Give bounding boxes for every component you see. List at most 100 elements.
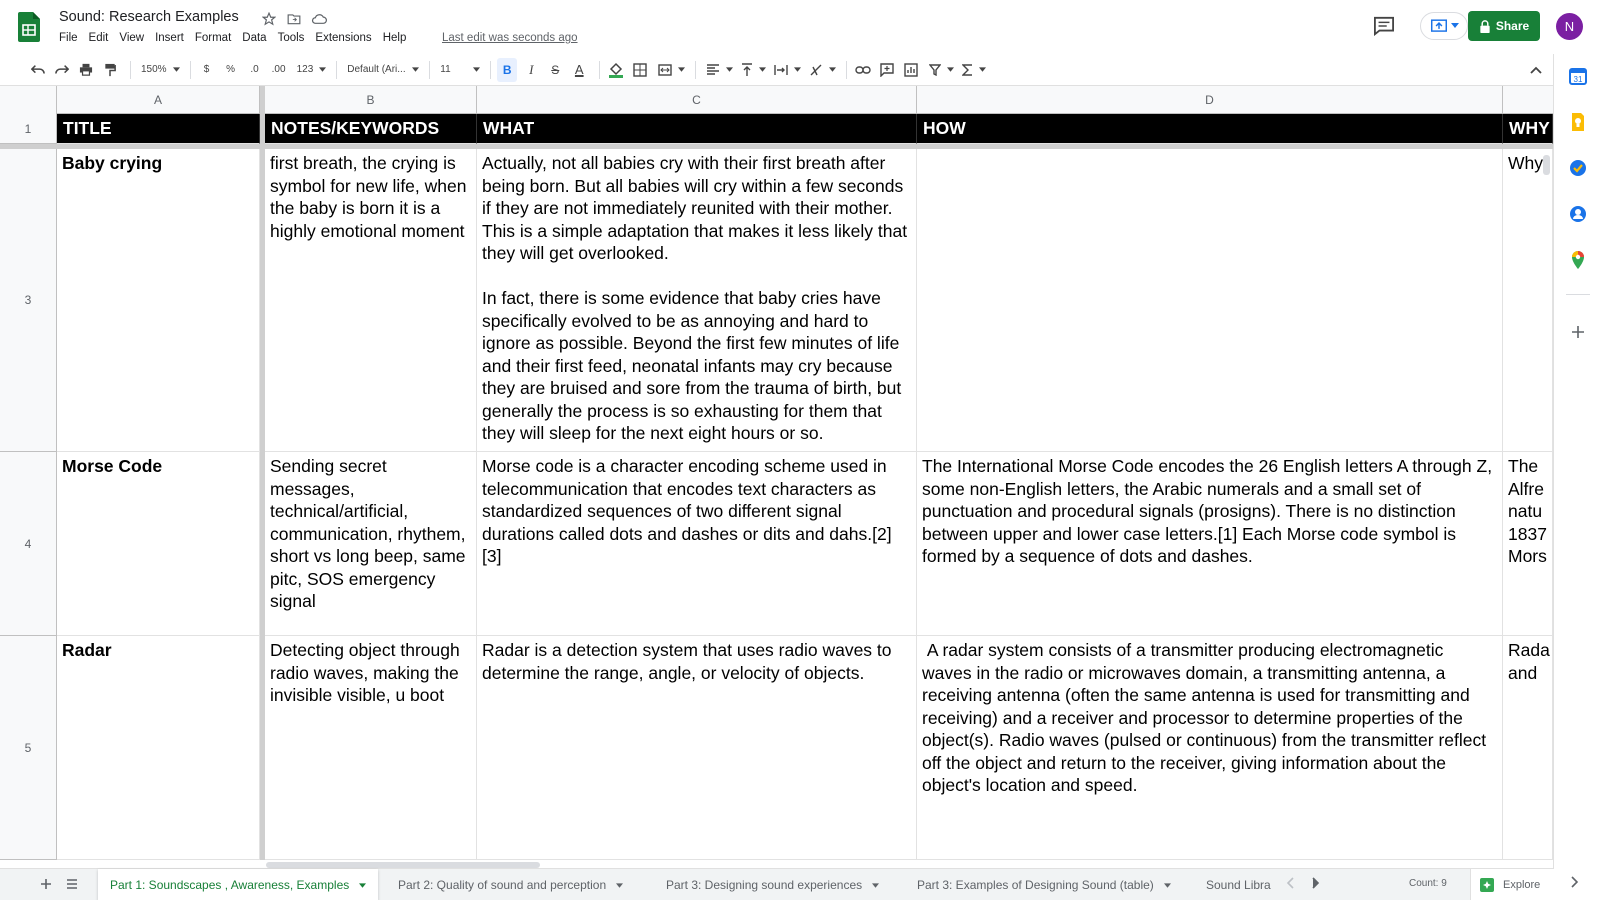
sheets-logo-icon[interactable] [18, 12, 40, 42]
chevron-down-icon[interactable] [359, 882, 367, 888]
menu-format[interactable]: Format [195, 32, 237, 44]
header-cell-what[interactable]: WHAT [477, 114, 917, 144]
scroll-tabs-right-icon[interactable] [1312, 877, 1320, 889]
menu-extensions[interactable]: Extensions [315, 32, 377, 44]
header-cell-why[interactable]: WHY [1503, 114, 1553, 144]
menu-insert[interactable]: Insert [155, 32, 190, 44]
last-edit-link[interactable]: Last edit was seconds ago [442, 32, 578, 44]
explore-button[interactable]: Explore [1470, 869, 1556, 900]
sheet-tab-part3-examples[interactable]: Part 3: Examples of Designing Sound (tab… [905, 869, 1183, 900]
cell-how-baby-crying[interactable] [917, 149, 1503, 452]
text-rotation-icon[interactable] [805, 58, 840, 82]
frozen-column-divider[interactable] [260, 86, 265, 860]
decrease-decimal-button[interactable]: .0 [245, 58, 265, 82]
cell-title-baby-crying[interactable]: Baby crying [57, 149, 260, 452]
merge-cells-icon[interactable] [654, 58, 689, 82]
row-header-1[interactable]: 1 [0, 114, 57, 144]
header-cell-how[interactable]: HOW [917, 114, 1503, 144]
share-button[interactable]: Share [1468, 11, 1540, 41]
menu-edit[interactable]: Edit [89, 32, 115, 44]
percent-format-button[interactable]: % [221, 58, 241, 82]
insert-link-icon[interactable] [853, 58, 873, 82]
cloud-status-icon[interactable] [310, 10, 327, 27]
chevron-down-icon[interactable] [872, 882, 880, 888]
insert-comment-icon[interactable] [877, 58, 897, 82]
bold-button[interactable]: B [497, 57, 518, 82]
borders-icon[interactable] [630, 58, 650, 82]
tasks-icon[interactable] [1568, 158, 1588, 178]
fill-color-icon[interactable] [606, 58, 626, 82]
text-wrap-icon[interactable] [770, 58, 805, 82]
select-all-corner[interactable] [0, 86, 57, 114]
insert-chart-icon[interactable] [901, 58, 921, 82]
side-panel-toggle-icon[interactable] [1566, 874, 1582, 890]
undo-icon[interactable] [28, 58, 48, 82]
menu-data[interactable]: Data [242, 32, 272, 44]
cell-how-radar[interactable]: A radar system consists of a transmitter… [917, 636, 1503, 860]
cell-how-morse-code[interactable]: The International Morse Code encodes the… [917, 452, 1503, 636]
scroll-tabs-left-icon[interactable] [1286, 877, 1294, 889]
add-addon-icon[interactable] [1568, 322, 1588, 342]
menu-tools[interactable]: Tools [278, 32, 311, 44]
horizontal-align-icon[interactable] [702, 58, 737, 82]
font-size-select[interactable]: 11 [436, 58, 484, 82]
maps-icon[interactable] [1568, 250, 1588, 270]
keep-icon[interactable] [1568, 112, 1588, 132]
cell-what-morse-code[interactable]: Morse code is a character encoding schem… [477, 452, 917, 636]
print-icon[interactable] [76, 58, 96, 82]
filter-icon[interactable] [925, 58, 958, 82]
cell-why-morse-code[interactable]: The Alfre natu 1837 Mors [1503, 452, 1553, 636]
row-header-5[interactable]: 5 [0, 636, 57, 860]
sheet-tab-sound-library[interactable]: Sound Libra [1194, 869, 1278, 900]
chevron-down-icon[interactable] [616, 882, 624, 888]
star-icon[interactable] [260, 10, 277, 27]
selection-count[interactable]: Count: 9 [1409, 878, 1447, 889]
vertical-scrollbar-thumb[interactable] [1543, 155, 1550, 175]
cell-why-baby-crying[interactable]: Why [1503, 149, 1553, 452]
strikethrough-button[interactable]: S [545, 58, 565, 82]
row-header-4[interactable]: 4 [0, 452, 57, 636]
present-button[interactable] [1420, 12, 1468, 40]
column-header-a[interactable]: A [57, 86, 260, 114]
row-header-3[interactable]: 3 [0, 149, 57, 452]
menu-file[interactable]: File [59, 32, 84, 44]
sheet-tab-part1[interactable]: Part 1: Soundscapes , Awareness, Example… [98, 869, 379, 900]
cell-title-morse-code[interactable]: Morse Code [57, 452, 260, 636]
column-header-b[interactable]: B [265, 86, 477, 114]
currency-format-button[interactable]: $ [197, 58, 217, 82]
text-color-button[interactable]: A [569, 58, 589, 82]
menu-help[interactable]: Help [383, 32, 413, 44]
zoom-select[interactable]: 150% [137, 58, 184, 82]
header-cell-title[interactable]: TITLE [57, 114, 260, 144]
column-header-e[interactable] [1503, 86, 1553, 114]
column-header-d[interactable]: D [917, 86, 1503, 114]
all-sheets-menu-icon[interactable] [64, 876, 80, 892]
font-family-select[interactable]: Default (Ari... [343, 58, 423, 82]
column-header-c[interactable]: C [477, 86, 917, 114]
menu-view[interactable]: View [119, 32, 150, 44]
paint-format-icon[interactable] [100, 58, 120, 82]
document-title[interactable]: Sound: Research Examples [59, 9, 239, 25]
redo-icon[interactable] [52, 58, 72, 82]
contacts-icon[interactable] [1568, 204, 1588, 224]
vertical-align-icon[interactable] [737, 58, 770, 82]
calendar-icon[interactable]: 31 [1568, 66, 1588, 86]
increase-decimal-button[interactable]: .00 [269, 58, 289, 82]
comments-icon[interactable] [1373, 16, 1395, 36]
header-cell-notes[interactable]: NOTES/KEYWORDS [265, 114, 477, 144]
avatar[interactable]: N [1556, 13, 1583, 40]
cell-notes-baby-crying[interactable]: first breath, the crying is symbol for n… [265, 149, 477, 452]
cell-notes-morse-code[interactable]: Sending secret messages, technical/artif… [265, 452, 477, 636]
cell-title-radar[interactable]: Radar [57, 636, 260, 860]
chevron-down-icon[interactable] [1163, 882, 1171, 888]
functions-icon[interactable] [958, 58, 990, 82]
italic-button[interactable]: I [521, 58, 541, 82]
frozen-row-divider[interactable] [0, 144, 1553, 149]
move-folder-icon[interactable] [285, 10, 302, 27]
cell-why-radar[interactable]: Rada and [1503, 636, 1553, 860]
sheet-tab-part3-designing[interactable]: Part 3: Designing sound experiences [654, 869, 891, 900]
cell-notes-radar[interactable]: Detecting object through radio waves, ma… [265, 636, 477, 860]
collapse-toolbar-icon[interactable] [1528, 62, 1544, 78]
more-formats-select[interactable]: 123 [293, 58, 331, 82]
cell-what-baby-crying[interactable]: Actually, not all babies cry with their … [477, 149, 917, 452]
